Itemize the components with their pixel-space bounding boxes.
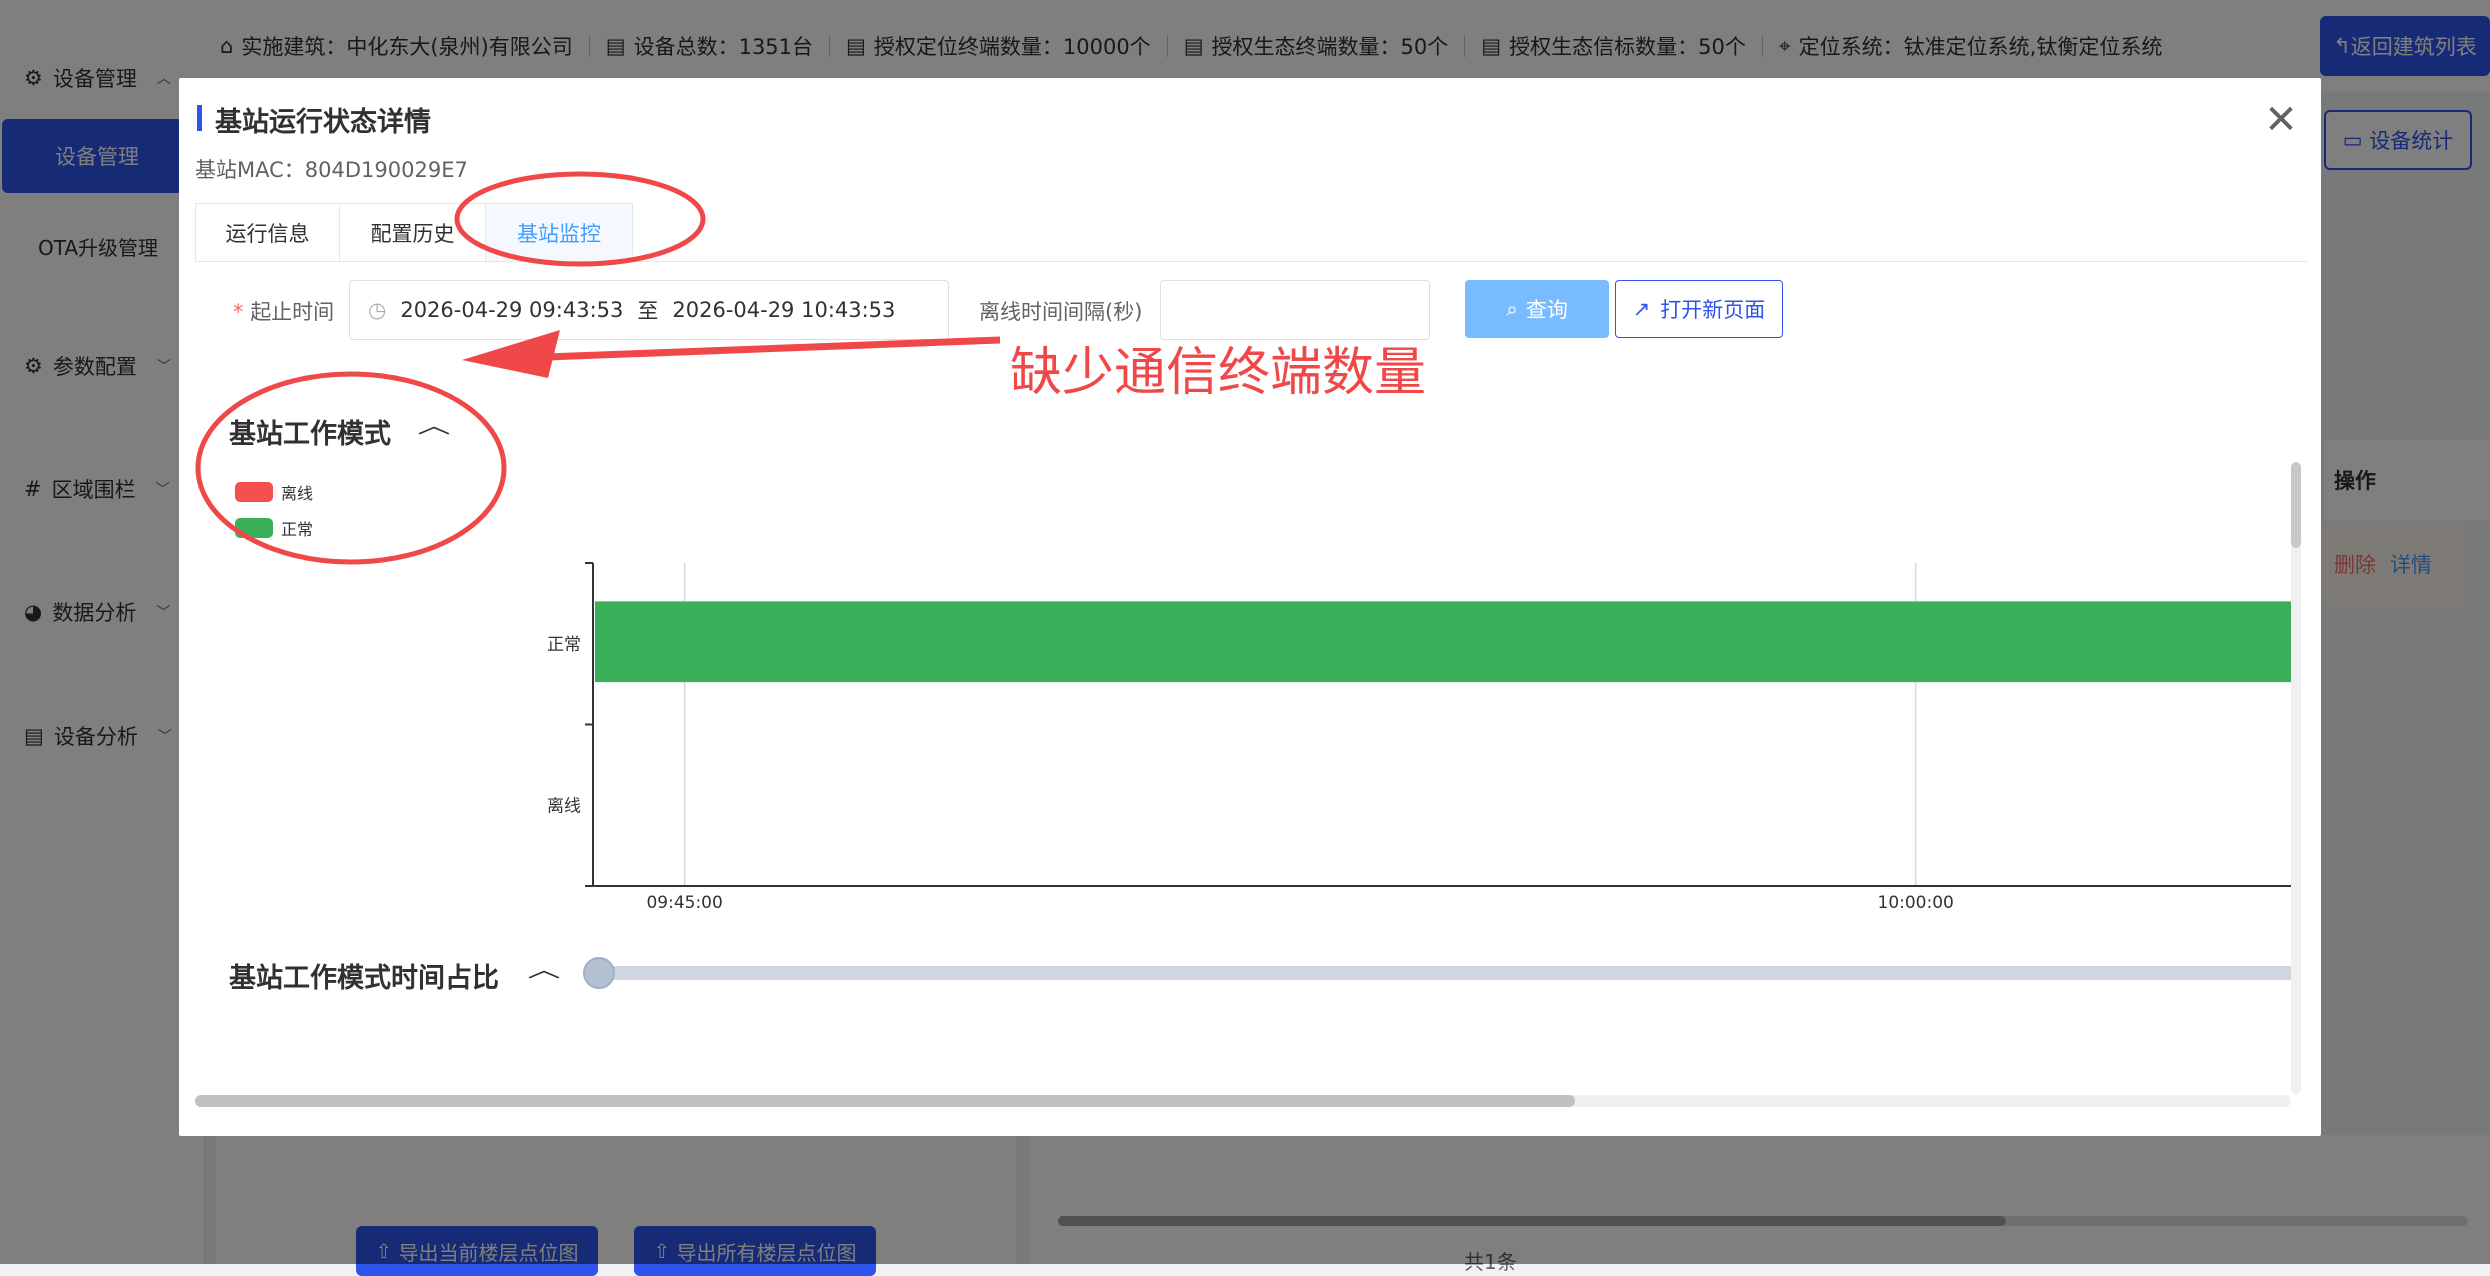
legend-label: 正常 <box>281 520 314 539</box>
bar-normal <box>595 601 2291 683</box>
dialog-title: 基站运行状态详情 <box>215 107 431 138</box>
section-work-mode-title: 基站工作模式 <box>229 419 391 450</box>
offline-interval-label: 离线时间间隔(秒) <box>979 300 1143 324</box>
start-time: 2026-04-29 09:43:53 <box>400 298 624 322</box>
clock-icon: ◷ <box>368 298 387 322</box>
time-slider-handle <box>583 957 615 989</box>
scrollbar-thumb[interactable] <box>195 1095 1575 1107</box>
chevron-up-icon[interactable]: ︿ <box>417 408 450 440</box>
query-label: 查询 <box>1525 298 1568 322</box>
open-new-page-button[interactable]: ↗ 打开新页面 <box>1615 280 1783 338</box>
open-new-label: 打开新页面 <box>1660 298 1766 322</box>
x-tick-label: 10:00:00 <box>1878 893 1954 913</box>
tab-config-history[interactable]: 配置历史 <box>339 203 486 261</box>
external-link-icon: ↗ <box>1632 297 1651 321</box>
tab-run-info[interactable]: 运行信息 <box>195 203 340 261</box>
close-icon[interactable]: ✕ <box>2259 98 2303 142</box>
legend-normal[interactable]: 正常 <box>235 516 313 540</box>
end-time: 2026-04-29 10:43:53 <box>672 298 896 322</box>
date-range-picker[interactable]: ◷ 2026-04-29 09:43:53 至 2026-04-29 10:43… <box>349 280 949 340</box>
section-time-ratio-title: 基站工作模式时间占比 <box>229 963 499 994</box>
station-status-dialog: 基站运行状态详情 ✕ 基站MAC：804D190029E7 运行信息 配置历史 … <box>179 78 2321 1136</box>
dialog-tabs: 运行信息 配置历史 基站监控 <box>195 203 2307 262</box>
chevron-up-icon[interactable]: ︿ <box>527 952 560 984</box>
y-category-label: 正常 <box>547 635 581 655</box>
y-category-label: 离线 <box>547 796 581 816</box>
x-tick-label: 09:45:00 <box>646 893 722 913</box>
legend-offline[interactable]: 离线 <box>235 480 313 504</box>
content-vertical-scrollbar[interactable] <box>2291 462 2301 1094</box>
query-button[interactable]: ⌕ 查询 <box>1465 280 1609 338</box>
work-mode-chart: 09:45:00 10:00:00 正常离线 <box>547 562 2291 989</box>
tab-station-monitor[interactable]: 基站监控 <box>485 203 633 261</box>
annotation-text: 缺少通信终端数量 <box>1010 343 1427 403</box>
legend-swatch-normal <box>235 518 273 538</box>
legend-label: 离线 <box>281 484 314 503</box>
time-range-label: * 起止时间 <box>233 300 335 324</box>
legend-swatch-offline <box>235 482 273 502</box>
search-icon: ⌕ <box>1506 296 1518 321</box>
range-separator: 至 <box>637 299 659 323</box>
station-mac: 基站MAC：804D190029E7 <box>195 158 468 182</box>
content-horizontal-scrollbar[interactable] <box>195 1095 2291 1107</box>
scrollbar-thumb[interactable] <box>2291 462 2301 548</box>
